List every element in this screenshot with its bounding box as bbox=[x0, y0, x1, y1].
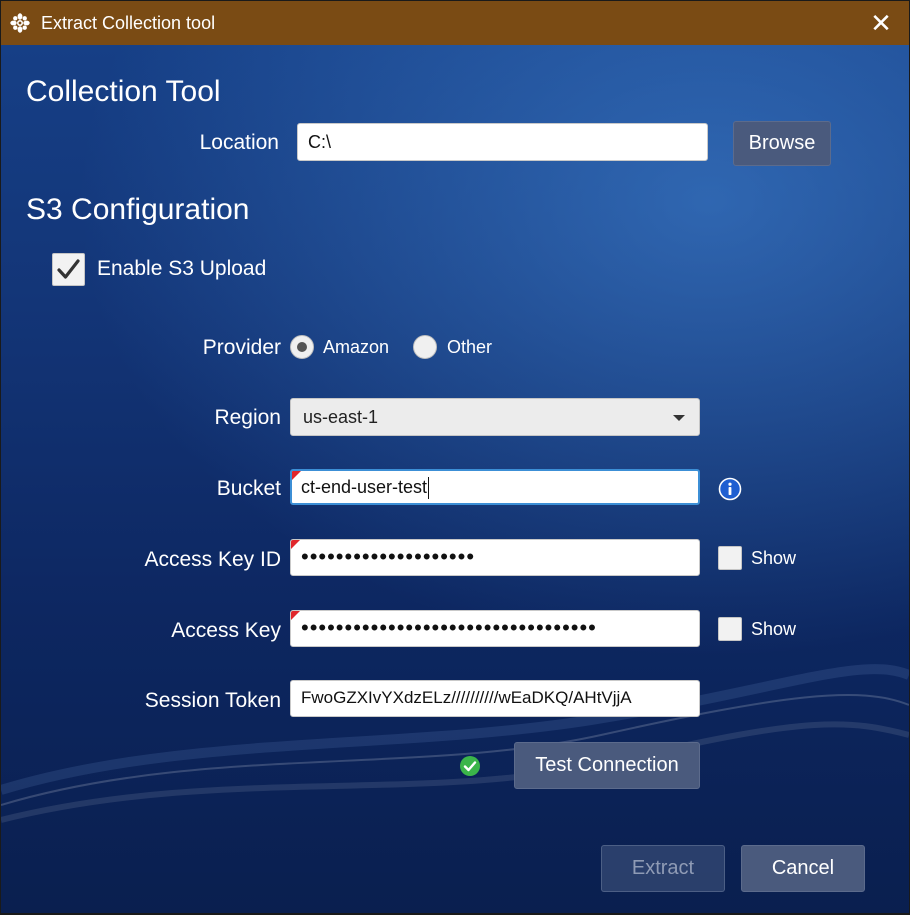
location-label: Location bbox=[199, 131, 279, 154]
enable-s3-upload-checkbox[interactable] bbox=[52, 253, 85, 286]
radio-selected-dot bbox=[297, 342, 307, 352]
required-marker bbox=[291, 611, 300, 620]
show-access-key-id-checkbox[interactable] bbox=[718, 546, 742, 570]
dialog-window: Extract Collection tool ✕ Collection Too… bbox=[1, 1, 909, 913]
bucket-label: Bucket bbox=[216, 477, 281, 500]
bucket-input[interactable]: ct-end-user-test bbox=[290, 469, 700, 505]
access-key-id-label: Access Key ID bbox=[144, 548, 281, 571]
window-title: Extract Collection tool bbox=[41, 13, 216, 33]
location-input[interactable]: C:\ bbox=[297, 123, 708, 161]
provider-other-label: Other bbox=[447, 337, 493, 357]
provider-other-radio[interactable] bbox=[413, 335, 437, 359]
browse-button[interactable]: Browse bbox=[733, 121, 831, 166]
chevron-down-icon bbox=[673, 415, 685, 421]
access-key-input[interactable]: •••••••••••••••••••••••••••••••••• bbox=[290, 610, 700, 647]
session-token-input[interactable]: FwoGZXIvYXdzELz//////////wEaDKQ/AHtVjjA bbox=[290, 680, 700, 717]
checkmark-icon bbox=[57, 259, 80, 279]
region-select[interactable]: us-east-1 bbox=[290, 398, 700, 436]
provider-label: Provider bbox=[202, 336, 281, 359]
show-access-key-id-label: Show bbox=[751, 548, 797, 568]
text-caret bbox=[428, 477, 430, 500]
provider-amazon-label: Amazon bbox=[323, 337, 390, 357]
show-access-key-label: Show bbox=[751, 619, 797, 639]
s3-configuration-heading: S3 Configuration bbox=[26, 193, 250, 226]
info-icon[interactable] bbox=[718, 477, 742, 501]
close-icon: ✕ bbox=[870, 8, 892, 38]
check-circle-icon bbox=[460, 756, 480, 776]
region-label: Region bbox=[214, 406, 281, 429]
provider-amazon-radio[interactable] bbox=[290, 335, 314, 359]
title-bar: Extract Collection tool ✕ bbox=[1, 1, 909, 45]
access-key-id-input[interactable]: •••••••••••••••••••• bbox=[290, 539, 700, 576]
test-connection-button[interactable]: Test Connection bbox=[514, 742, 700, 789]
close-button[interactable]: ✕ bbox=[861, 5, 901, 41]
required-marker bbox=[292, 471, 301, 480]
app-icon bbox=[10, 13, 30, 33]
cancel-button[interactable]: Cancel bbox=[741, 845, 865, 892]
collection-tool-heading: Collection Tool bbox=[26, 75, 221, 108]
dialog-content: Collection Tool Location C:\ Browse S3 C… bbox=[1, 45, 909, 913]
required-marker bbox=[291, 540, 300, 549]
access-key-label: Access Key bbox=[171, 619, 281, 642]
enable-s3-upload-label: Enable S3 Upload bbox=[97, 257, 267, 280]
session-token-label: Session Token bbox=[144, 689, 281, 712]
show-access-key-checkbox[interactable] bbox=[718, 617, 742, 641]
extract-button[interactable]: Extract bbox=[601, 845, 725, 892]
